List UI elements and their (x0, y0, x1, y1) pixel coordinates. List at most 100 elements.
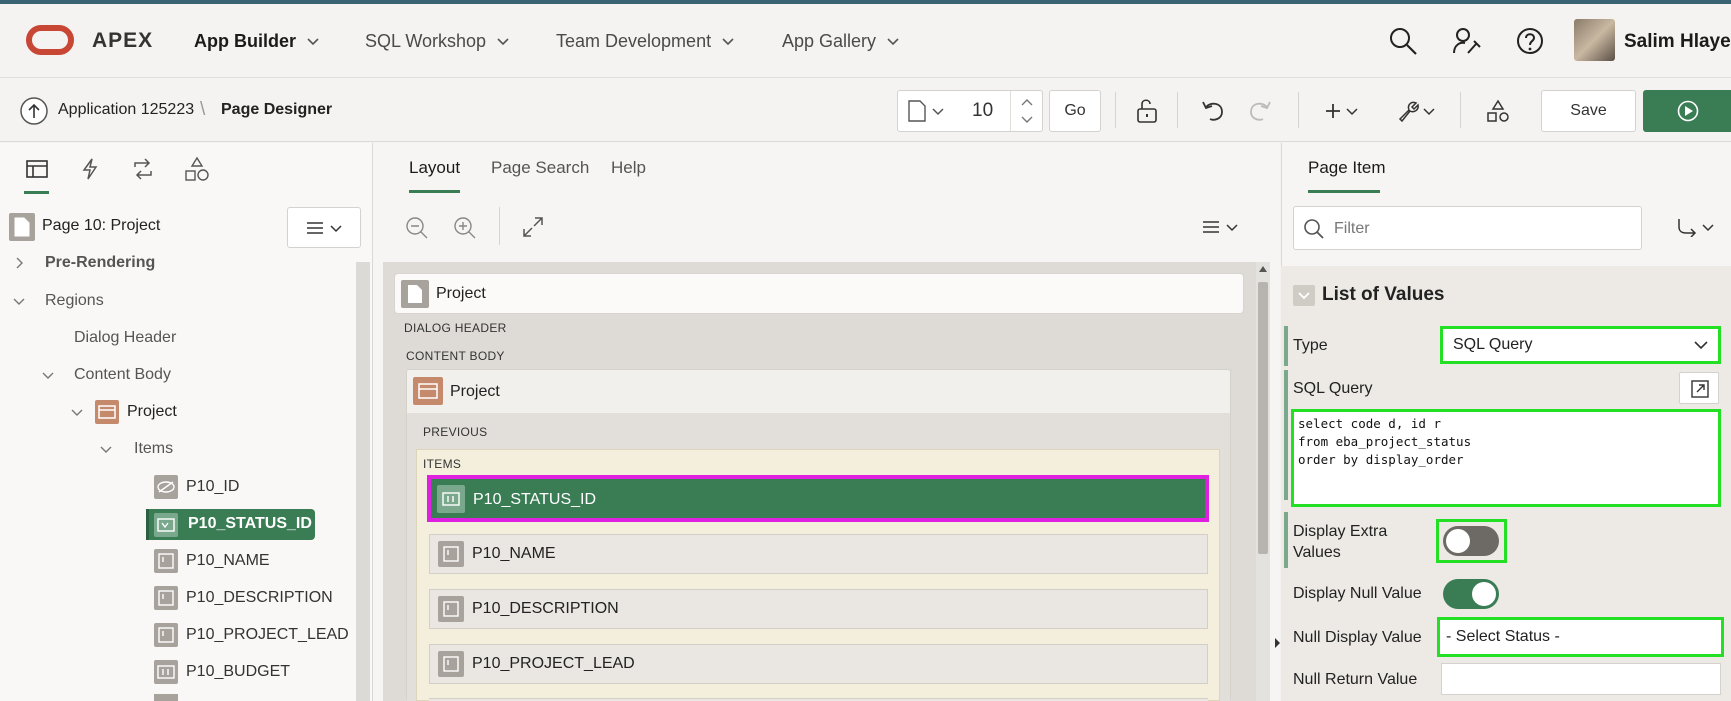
breadcrumb-application[interactable]: Application 125223 (58, 101, 194, 119)
region-icon (413, 377, 443, 405)
tab-help[interactable]: Help (611, 158, 646, 178)
null-return-input[interactable] (1441, 663, 1721, 695)
tab-page-search[interactable]: Page Search (491, 158, 589, 178)
sql-query-textarea[interactable]: select code d, id r from eba_project_sta… (1294, 412, 1718, 504)
rendering-tab-icon[interactable] (25, 158, 49, 180)
null-display-input[interactable]: - Select Status - (1440, 620, 1721, 654)
display-extra-label: Display Extra Values (1293, 523, 1388, 561)
run-page-button[interactable] (1643, 90, 1731, 132)
select-list-icon (154, 513, 178, 537)
shared-components-tab-icon[interactable] (184, 156, 210, 182)
tree-item-label: P10_PROJECT_LEAD (186, 626, 349, 643)
type-select[interactable]: SQL Query (1443, 329, 1718, 361)
content-body-label: CONTENT BODY (406, 349, 505, 363)
hidden-item-icon (154, 475, 178, 499)
page-number-input[interactable]: 10 (972, 100, 993, 122)
up-arrow-circle-icon[interactable] (19, 96, 49, 126)
menu-lines-icon (1203, 221, 1219, 233)
shapes-icon (1487, 99, 1509, 122)
tree-item-p10-id[interactable]: P10_ID (154, 472, 239, 502)
zoom-in-icon[interactable] (453, 216, 477, 240)
dynamic-actions-tab-icon[interactable] (80, 157, 100, 181)
sql-query-label: SQL Query (1293, 380, 1373, 397)
toggle-knob (1472, 582, 1496, 606)
null-display-value: - Select Status - (1446, 628, 1560, 645)
region-title: Project (450, 383, 500, 400)
undo-button[interactable] (1196, 90, 1230, 132)
tree-node-project-region[interactable]: Project (71, 397, 177, 427)
shared-components-button[interactable] (1480, 90, 1516, 132)
left-scrollbar[interactable] (356, 262, 370, 701)
tree-node-pre-rendering[interactable]: Pre-Rendering (13, 248, 155, 278)
help-icon[interactable] (1515, 26, 1545, 56)
nav-app-gallery[interactable]: App Gallery (782, 4, 900, 78)
layout-menu-button[interactable] (1202, 219, 1238, 235)
chevron-down-icon (330, 224, 342, 232)
page-region-bar[interactable]: Project (394, 273, 1244, 314)
tree-node-dialog-header[interactable]: Dialog Header (74, 323, 176, 353)
tab-page-item[interactable]: Page Item (1308, 158, 1386, 178)
utilities-menu-button[interactable] (1393, 90, 1439, 132)
chevron-down-icon[interactable] (1021, 115, 1033, 125)
section-title[interactable]: List of Values (1322, 284, 1444, 306)
tree-item-p10-project-lead[interactable]: P10_PROJECT_LEAD (154, 620, 349, 650)
expand-icon[interactable] (522, 216, 544, 238)
create-menu-button[interactable] (1318, 90, 1364, 132)
open-code-editor-button[interactable] (1679, 372, 1719, 404)
tree-node-items[interactable]: Items (100, 434, 173, 464)
page-title[interactable]: Page 10: Project (42, 217, 160, 235)
chevron-down-icon (13, 298, 25, 305)
tree-item-p10-budget[interactable]: P10_BUDGET (154, 657, 290, 687)
page-icon (9, 213, 35, 241)
chevron-down-icon (932, 108, 944, 116)
tab-layout[interactable]: Layout (409, 158, 460, 178)
zoom-out-icon[interactable] (405, 216, 429, 240)
save-button[interactable]: Save (1541, 90, 1636, 132)
nav-app-builder[interactable]: App Builder (194, 4, 320, 78)
nav-team-development[interactable]: Team Development (556, 4, 735, 78)
tree-node-content-body[interactable]: Content Body (42, 360, 171, 390)
type-select-value: SQL Query (1453, 336, 1533, 353)
changed-indicator (1284, 326, 1288, 366)
scroll-up-icon[interactable] (1259, 266, 1267, 272)
go-to-group-button[interactable] (1676, 217, 1714, 237)
processing-tab-icon[interactable] (131, 157, 155, 181)
user-avatar[interactable] (1574, 19, 1615, 61)
text-field-icon (438, 596, 464, 622)
dialog-header-label: DIALOG HEADER (404, 321, 507, 335)
active-tab-indicator (1308, 190, 1380, 193)
tree-item-p10-name[interactable]: P10_NAME (154, 546, 270, 576)
collapse-section-button[interactable] (1293, 285, 1315, 306)
search-icon[interactable] (1388, 26, 1418, 56)
display-null-toggle[interactable] (1443, 579, 1499, 609)
tree-item-p10-status-id[interactable]: P10_STATUS_ID (146, 509, 315, 540)
tree-item-p10-description[interactable]: P10_DESCRIPTION (154, 583, 333, 613)
tree-menu-button[interactable] (287, 207, 361, 248)
redo-button[interactable] (1243, 90, 1277, 132)
user-name[interactable]: Salim Hlayel (1624, 31, 1731, 53)
canvas-scrollbar-thumb[interactable] (1258, 282, 1268, 554)
tree-node-regions[interactable]: Regions (13, 286, 104, 316)
nav-sql-workshop[interactable]: SQL Workshop (365, 4, 510, 78)
apex-brand[interactable]: APEX (92, 29, 153, 53)
go-button[interactable]: Go (1049, 90, 1101, 132)
chevron-down-icon (100, 446, 112, 453)
text-field-icon (154, 549, 178, 573)
chevron-up-icon[interactable] (1021, 97, 1033, 107)
number-field-icon (154, 660, 178, 684)
tree-label: Content Body (74, 366, 171, 383)
unlock-button[interactable] (1130, 90, 1164, 132)
layout-item-p10-project-lead[interactable]: P10_PROJECT_LEAD (429, 644, 1208, 684)
layout-item-p10-status-id[interactable]: P10_STATUS_ID (427, 475, 1209, 522)
layout-item-p10-name[interactable]: P10_NAME (429, 534, 1208, 574)
chevron-right-icon (16, 257, 23, 269)
display-extra-toggle[interactable] (1443, 526, 1499, 556)
null-display-label: Null Display Value (1293, 629, 1422, 646)
page-selector[interactable]: 10 (897, 90, 1043, 132)
filter-input[interactable]: Filter (1293, 206, 1642, 250)
select-list-icon (437, 485, 465, 513)
user-settings-icon[interactable] (1452, 26, 1482, 56)
oracle-logo-icon[interactable] (26, 25, 74, 55)
layout-item-p10-description[interactable]: P10_DESCRIPTION (429, 589, 1208, 629)
page-number-stepper[interactable] (1010, 91, 1042, 131)
